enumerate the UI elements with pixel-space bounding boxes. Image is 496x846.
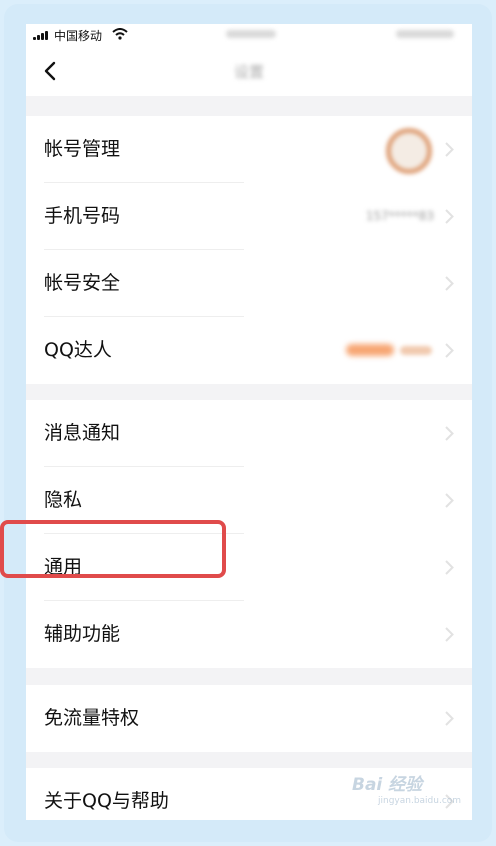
- row-label: 关于QQ与帮助: [44, 790, 169, 812]
- chevron-right-icon: [445, 343, 454, 358]
- qq-level-badge-blurred: [346, 344, 432, 356]
- settings-row-qq-master[interactable]: QQ达人: [26, 317, 472, 384]
- watermark-logo: Bai 经验 jingyan.baidu.com: [352, 770, 462, 810]
- settings-row-accessibility[interactable]: 辅助功能: [26, 601, 472, 668]
- status-icons-blurred: [396, 30, 454, 38]
- settings-group-account: 帐号管理 手机号码 157*****83 帐号安全 QQ达人: [26, 116, 472, 384]
- row-label: 帐号安全: [44, 272, 121, 294]
- settings-row-account-management[interactable]: 帐号管理: [26, 116, 472, 183]
- chevron-right-icon: [445, 560, 454, 575]
- settings-group-data-plan: 免流量特权: [26, 685, 472, 752]
- row-label: 帐号管理: [44, 138, 121, 160]
- status-time-blurred: [226, 30, 276, 38]
- page-title: 设置: [233, 63, 264, 81]
- avatar: [386, 128, 432, 174]
- settings-row-notifications[interactable]: 消息通知: [26, 400, 472, 467]
- phone-screen: 中国移动 设置 帐号管理 手机号码 157*****83 帐号安全 QQ达人 消…: [26, 24, 472, 820]
- chevron-right-icon: [445, 209, 454, 224]
- nav-bar: 设置: [26, 46, 472, 96]
- chevron-right-icon: [445, 426, 454, 441]
- settings-row-phone-number[interactable]: 手机号码 157*****83: [26, 183, 472, 250]
- highlight-box-general: [0, 520, 226, 578]
- chevron-right-icon: [445, 493, 454, 508]
- row-label: 辅助功能: [44, 623, 121, 645]
- watermark-sub: jingyan.baidu.com: [378, 796, 462, 806]
- carrier-label: 中国移动: [54, 29, 103, 43]
- chevron-right-icon: [445, 142, 454, 157]
- row-label: QQ达人: [44, 339, 112, 361]
- row-label: 消息通知: [44, 422, 121, 444]
- wifi-icon: [112, 28, 128, 40]
- settings-row-account-security[interactable]: 帐号安全: [26, 250, 472, 317]
- chevron-right-icon: [445, 276, 454, 291]
- signal-icon: [33, 31, 51, 40]
- row-label: 免流量特权: [44, 707, 140, 729]
- phone-number-value: 157*****83: [365, 209, 434, 223]
- watermark-main: Bai 经验: [352, 775, 423, 795]
- status-bar: 中国移动: [26, 24, 472, 46]
- row-label: 手机号码: [44, 205, 121, 227]
- settings-row-free-data-privilege[interactable]: 免流量特权: [26, 685, 472, 752]
- chevron-right-icon: [445, 711, 454, 726]
- chevron-right-icon: [445, 627, 454, 642]
